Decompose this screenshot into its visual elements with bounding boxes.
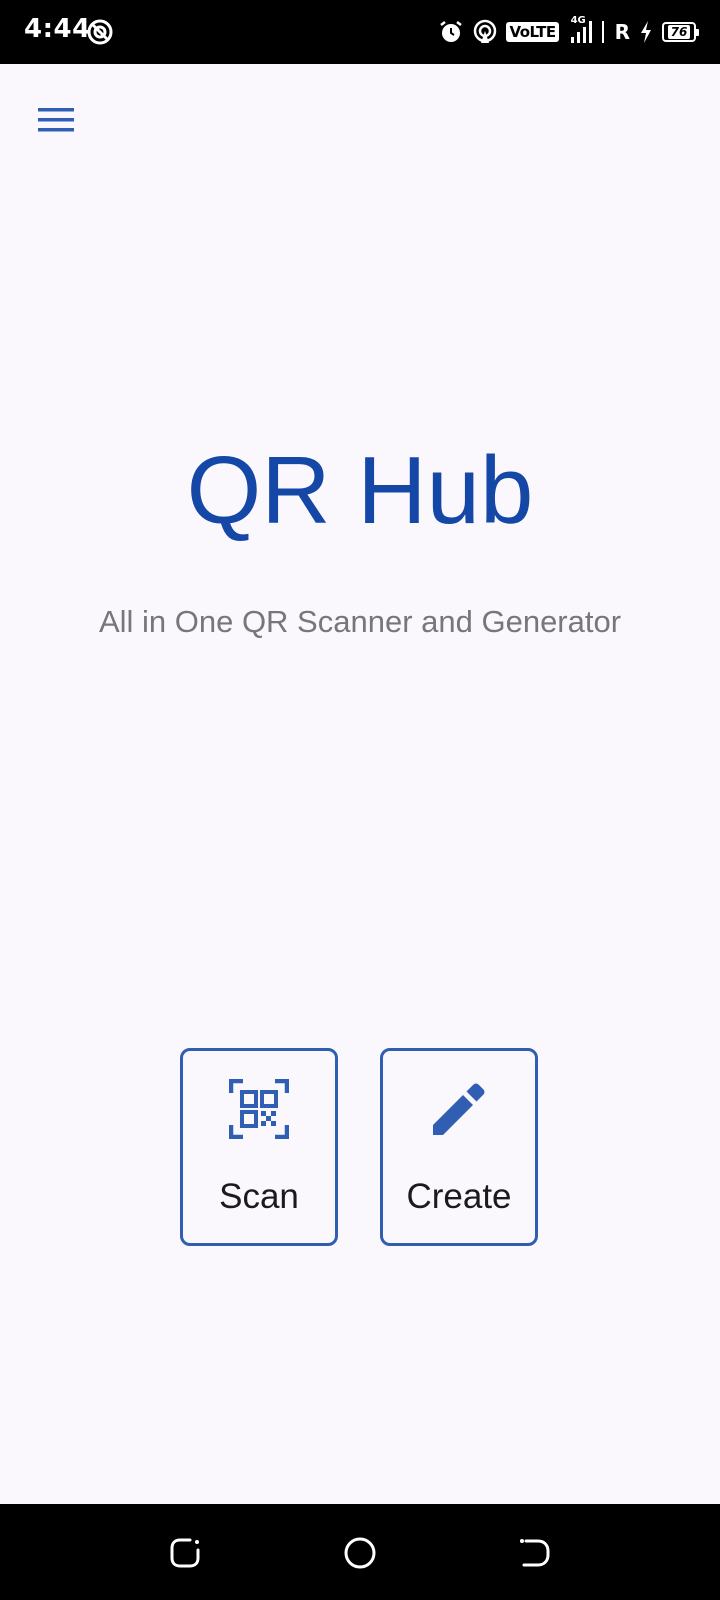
navigation-bar <box>0 1504 720 1600</box>
create-button-label: Create <box>406 1177 512 1216</box>
menu-button[interactable] <box>26 92 86 148</box>
charging-icon <box>641 21 651 43</box>
recents-icon[interactable] <box>168 1536 202 1570</box>
alarm-icon <box>440 21 463 42</box>
status-bar: 4:44 VoLTE 4G R 76 <box>0 0 720 64</box>
back-icon[interactable] <box>518 1536 552 1570</box>
scan-button-label: Scan <box>219 1177 299 1216</box>
signal-icon: 4G <box>567 15 593 45</box>
hotspot-icon <box>474 19 497 43</box>
create-button[interactable]: Create <box>380 1048 538 1246</box>
app-title: QR Hub <box>186 437 534 544</box>
scan-button[interactable]: Scan <box>180 1048 338 1246</box>
status-time: 4:44 <box>24 14 91 44</box>
volte-badge: VoLTE <box>506 22 559 42</box>
status-icons: VoLTE 4G R 76 <box>438 15 699 46</box>
divider <box>601 21 604 43</box>
home-icon[interactable] <box>343 1536 377 1570</box>
do-not-disturb-icon <box>87 19 113 45</box>
roaming-indicator: R <box>614 20 630 44</box>
battery-indicator: 76 <box>662 22 699 42</box>
qr-code-scanner-icon <box>229 1079 289 1139</box>
app-subtitle: All in One QR Scanner and Generator <box>98 604 622 639</box>
pencil-icon <box>433 1083 485 1135</box>
menu-icon <box>38 108 74 132</box>
